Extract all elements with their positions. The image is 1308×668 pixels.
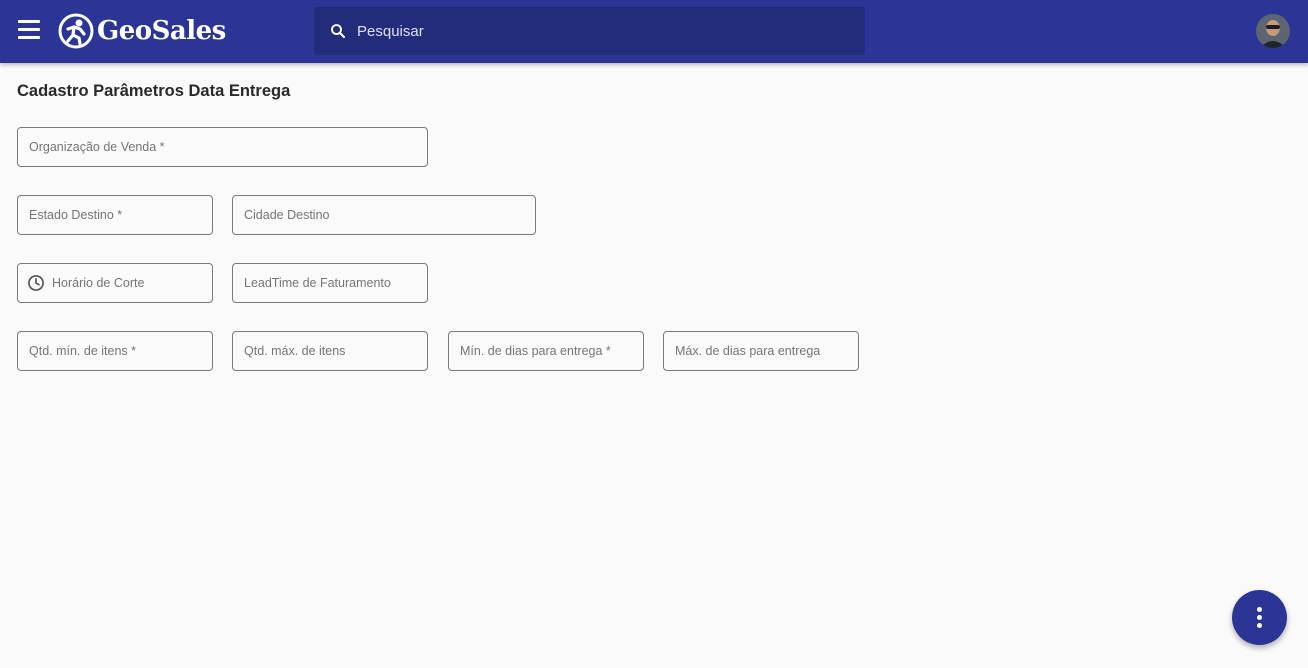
brand-name: GeoSales [97, 16, 226, 46]
search-bar[interactable] [314, 7, 865, 55]
more-actions-fab[interactable] [1232, 590, 1287, 645]
max-dias-entrega-field[interactable] [663, 331, 859, 371]
estado-destino-field[interactable] [17, 195, 213, 235]
search-icon [331, 24, 346, 39]
cidade-destino-input[interactable] [233, 196, 535, 234]
organizacao-venda-field[interactable] [17, 127, 428, 167]
clock-icon [28, 275, 44, 291]
estado-destino-input[interactable] [18, 196, 212, 234]
top-app-bar: GeoSales [0, 0, 1308, 63]
more-vertical-icon [1257, 606, 1262, 630]
horario-corte-input[interactable] [46, 264, 212, 302]
leadtime-faturamento-field[interactable] [232, 263, 428, 303]
max-dias-entrega-input[interactable] [664, 332, 858, 370]
qtd-min-itens-field[interactable] [17, 331, 213, 371]
hamburger-menu-icon[interactable] [18, 20, 44, 42]
horario-corte-field[interactable] [17, 263, 213, 303]
qtd-max-itens-field[interactable] [232, 331, 428, 371]
qtd-min-itens-input[interactable] [18, 332, 212, 370]
min-dias-entrega-field[interactable] [448, 331, 644, 371]
avatar-photo [1256, 14, 1290, 48]
organizacao-venda-input[interactable] [18, 128, 427, 166]
qtd-max-itens-input[interactable] [233, 332, 427, 370]
geosales-logo-icon [58, 13, 94, 49]
app-logo[interactable]: GeoSales [58, 13, 226, 49]
min-dias-entrega-input[interactable] [449, 332, 643, 370]
page-title: Cadastro Parâmetros Data Entrega [17, 82, 291, 100]
search-input[interactable] [357, 22, 837, 40]
cidade-destino-field[interactable] [232, 195, 536, 235]
leadtime-faturamento-input[interactable] [233, 264, 427, 302]
user-avatar[interactable] [1256, 14, 1290, 48]
